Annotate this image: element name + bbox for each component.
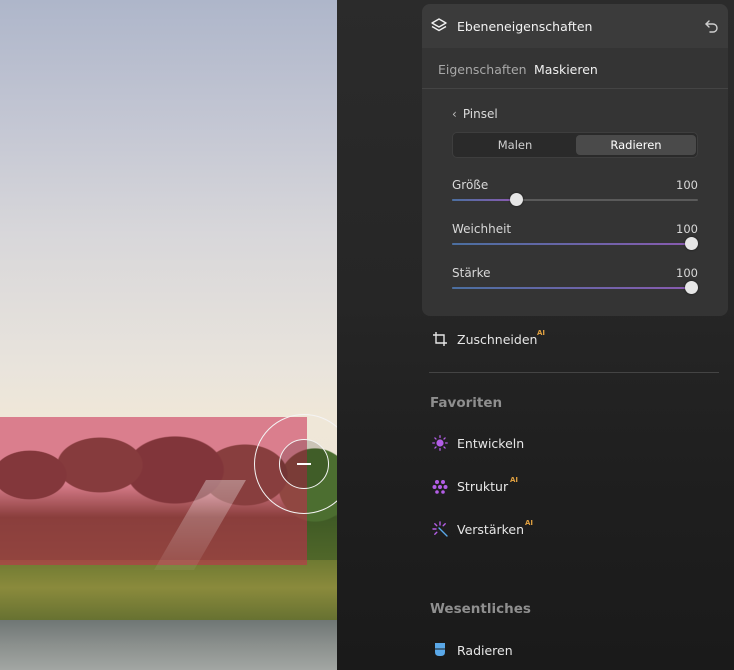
water — [0, 620, 337, 670]
tab-maskieren[interactable]: Maskieren — [534, 62, 598, 77]
size-label: Größe — [452, 178, 489, 192]
size-value: 100 — [676, 178, 698, 192]
right-panel: Ebeneneigenschaften Eigenschaften Maskie… — [337, 0, 734, 670]
softness-slider: Weichheit 100 — [452, 222, 698, 262]
size-slider: Größe 100 — [452, 178, 698, 218]
layer-properties-card: Ebeneneigenschaften Eigenschaften Maskie… — [422, 4, 728, 316]
strength-knob[interactable] — [685, 281, 698, 294]
softness-knob[interactable] — [685, 237, 698, 250]
softness-value: 100 — [676, 222, 698, 236]
strength-value: 100 — [676, 266, 698, 280]
sun-icon — [432, 435, 448, 451]
card-header: Ebeneneigenschaften — [422, 4, 728, 48]
divider — [429, 372, 719, 373]
crop-icon — [433, 332, 447, 346]
size-fill — [452, 199, 514, 201]
favorites-title: Favoriten — [430, 395, 503, 411]
softness-label: Weichheit — [452, 222, 512, 236]
brush-back-link[interactable]: ‹ Pinsel — [452, 107, 498, 121]
softness-fill — [452, 243, 698, 245]
verstaerken-ai-badge: AI — [525, 519, 534, 527]
crop-label: Zuschneiden — [457, 332, 538, 347]
dots-icon — [432, 480, 448, 494]
chevron-left-icon: ‹ — [452, 107, 457, 121]
size-knob[interactable] — [510, 193, 524, 206]
favorite-label: Struktur — [457, 479, 509, 494]
strength-label: Stärke — [452, 266, 491, 280]
mode-paint-button[interactable]: Malen — [455, 135, 575, 155]
favorite-label: Verstärken — [457, 522, 525, 537]
struktur-ai-badge: AI — [510, 476, 519, 484]
card-title: Ebeneneigenschaften — [457, 19, 593, 34]
strength-slider: Stärke 100 — [452, 266, 698, 306]
sparkle-icon — [432, 521, 448, 537]
photo-canvas[interactable] — [0, 0, 337, 670]
mode-erase-button[interactable]: Radieren — [576, 135, 696, 155]
brush-mode-toggle: Malen Radieren — [452, 132, 698, 158]
eraser-icon — [435, 643, 445, 656]
strength-fill — [452, 287, 698, 289]
crop-ai-badge: AI — [537, 329, 546, 337]
layers-icon — [431, 18, 447, 32]
brush-cursor-erase-icon — [279, 439, 329, 489]
essentials-title: Wesentliches — [430, 601, 531, 617]
undo-icon[interactable] — [702, 17, 720, 35]
tab-bar: Eigenschaften Maskieren — [422, 60, 728, 89]
tab-eigenschaften[interactable]: Eigenschaften — [438, 62, 527, 77]
favorite-label: Entwickeln — [457, 436, 525, 451]
brush-back-label: Pinsel — [462, 107, 498, 121]
essential-label: Radieren — [457, 643, 513, 658]
